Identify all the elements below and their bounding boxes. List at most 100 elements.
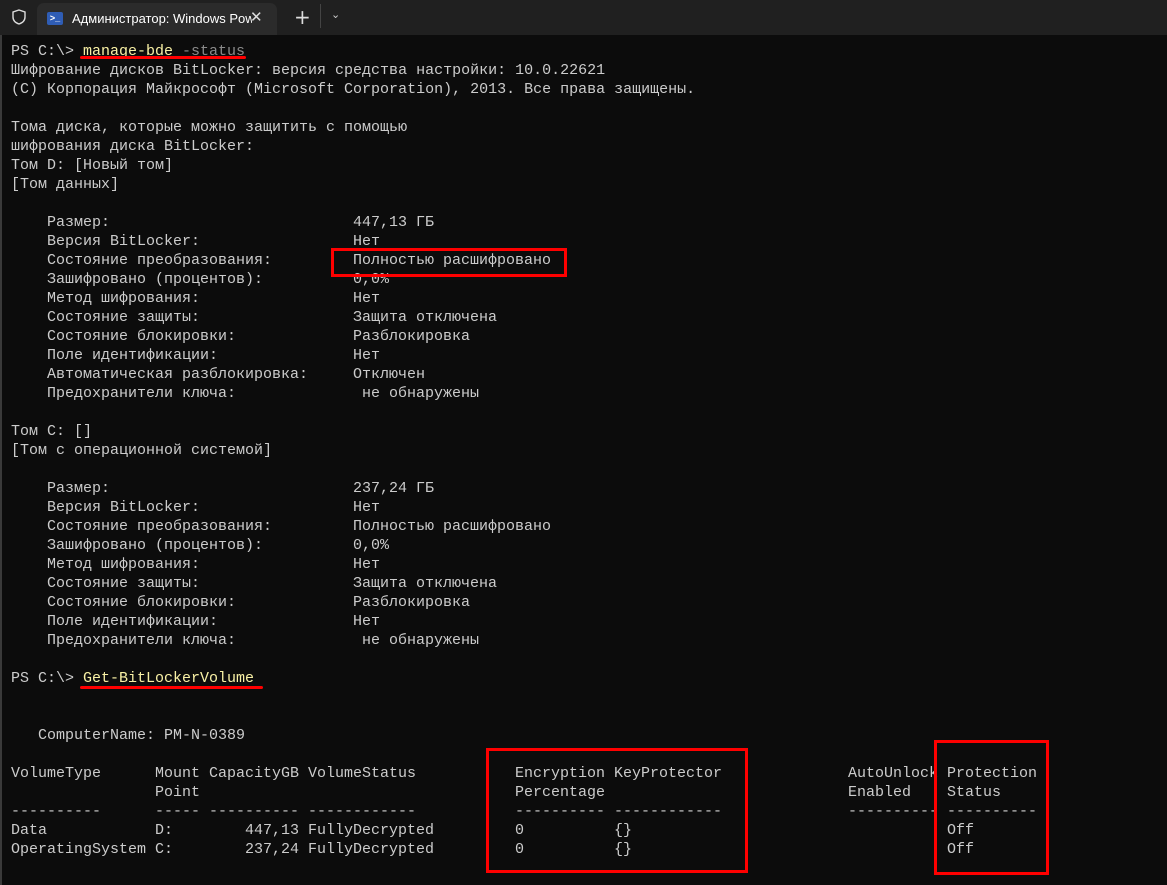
field-row: Состояние преобразования: Полностью расши… (11, 517, 1161, 536)
annotation-box-encryption-keyprotector (486, 748, 748, 873)
field-row: Зашифровано (процентов): 0,0% (11, 536, 1161, 555)
field-label: Состояние защиты: (47, 309, 201, 326)
field-value: Защита отключена (353, 309, 498, 326)
annotation-underline-manage-bde (80, 56, 246, 59)
field-row: Предохранители ключа: не обнаружены (11, 631, 1161, 650)
prompt: PS C:\> (11, 670, 84, 687)
new-tab-button[interactable]: + (294, 5, 311, 29)
table-cell: 447,13 (244, 822, 299, 839)
field-label: Предохранители ключа: (47, 385, 237, 402)
field-value: не обнаружены (362, 632, 480, 649)
output-text: Тома диска, которые можно защитить с пом… (11, 119, 408, 136)
column-h1: CapacityGB (209, 765, 300, 782)
output-text: Шифрование дисков BitLocker: версия сред… (11, 62, 606, 79)
shield-icon (12, 9, 26, 25)
field-label: Метод шифрования: (47, 556, 201, 573)
output-text: Том D: [Новый том] (11, 157, 174, 174)
column-h2: Point (155, 784, 201, 801)
tab-bar: >_ Администратор: Windows PowerShell ✕ +… (0, 0, 1167, 35)
window-border (0, 35, 2, 885)
field-value: Защита отключена (353, 575, 498, 592)
field-row: Версия BitLocker: Нет (11, 498, 1161, 517)
tab-powershell[interactable]: >_ Администратор: Windows PowerShell ✕ (37, 3, 277, 35)
column-h1: AutoUnlock (848, 765, 939, 782)
field-label: Состояние блокировки: (47, 328, 237, 345)
field-row: Состояние защиты: Защита отключена (11, 574, 1161, 593)
field-label: Зашифровано (процентов): (47, 271, 264, 288)
field-label: Состояние блокировки: (47, 594, 237, 611)
field-value: Разблокировка (353, 328, 471, 345)
field-value: Нет (353, 556, 381, 573)
output-line: (C) Корпорация Майкрософт (Microsoft Cor… (11, 80, 1161, 99)
field-label: Предохранители ключа: (47, 632, 237, 649)
field-row: Размер: 237,24 ГБ (11, 479, 1161, 498)
annotation-box-protection-status (934, 740, 1049, 875)
field-row: Поле идентификации: Нет (11, 612, 1161, 631)
field-value: Нет (353, 499, 381, 516)
table-cell: FullyDecrypted (308, 841, 435, 858)
chevron-down-icon[interactable]: ⌄ (331, 8, 340, 21)
annotation-underline-get-bitlockervolume (80, 686, 263, 689)
prompt: PS C:\> (11, 43, 84, 60)
field-label: Размер: (47, 214, 111, 231)
field-row: Автоматическая разблокировка: Отключен (11, 365, 1161, 384)
powershell-icon: >_ (47, 12, 63, 25)
field-label: Состояние преобразования: (47, 252, 273, 269)
output-line: [Том данных] (11, 175, 1161, 194)
output-text: Том C: [] (11, 423, 93, 440)
divider (320, 4, 321, 28)
column-dash: ------------ (308, 803, 417, 820)
column-dash: ---------- (11, 803, 102, 820)
field-value: 237,24 ГБ (353, 480, 435, 497)
table-cell: Data (11, 822, 48, 839)
field-value: Нет (353, 613, 381, 630)
column-h1: Mount (155, 765, 201, 782)
field-label: Размер: (47, 480, 111, 497)
field-row: Метод шифрования: Нет (11, 289, 1161, 308)
table-cell: D: (155, 822, 174, 839)
table-cell: FullyDecrypted (308, 822, 435, 839)
output-line: Шифрование дисков BitLocker: версия сред… (11, 61, 1161, 80)
field-label: Метод шифрования: (47, 290, 201, 307)
column-dash: ----- (155, 803, 201, 820)
command-text: Get-BitLockerVolume (83, 670, 255, 687)
field-value: Разблокировка (353, 594, 471, 611)
field-row: Зашифровано (процентов): 0,0% (11, 270, 1161, 289)
output-text: [Том с операционной системой] (11, 442, 273, 459)
field-row: Состояние блокировки: Разблокировка (11, 327, 1161, 346)
field-label: Поле идентификации: (47, 347, 219, 364)
field-label: Автоматическая разблокировка: (47, 366, 309, 383)
field-label: Состояние защиты: (47, 575, 201, 592)
table-cell: 237,24 (244, 841, 299, 858)
tab-title: Администратор: Windows PowerShell (72, 11, 252, 26)
field-label: Версия BitLocker: (47, 499, 201, 516)
table-cell: C: (155, 841, 174, 858)
field-row: Состояние блокировки: Разблокировка (11, 593, 1161, 612)
column-dash: ---------- (209, 803, 300, 820)
field-label: Зашифровано (процентов): (47, 537, 264, 554)
table-cell: OperatingSystem (11, 841, 147, 858)
column-h2: Enabled (848, 784, 912, 801)
column-dash: ---------- (848, 803, 939, 820)
field-value: 0,0% (353, 537, 390, 554)
field-value: Нет (353, 347, 381, 364)
terminal-output[interactable]: PS C:\> manage-bde -status Шифрование дис… (11, 42, 1161, 859)
field-label: Поле идентификации: (47, 613, 219, 630)
field-value: Отключен (353, 366, 426, 383)
field-row: Размер: 447,13 ГБ (11, 213, 1161, 232)
output-line: Тома диска, которые можно защитить с пом… (11, 118, 1161, 137)
close-tab-button[interactable]: ✕ (250, 8, 263, 26)
output-text: шифрования диска BitLocker: (11, 138, 255, 155)
output-line: [Том с операционной системой] (11, 441, 1161, 460)
field-value: не обнаружены (362, 385, 480, 402)
field-row: Состояние защиты: Защита отключена (11, 308, 1161, 327)
field-row: Метод шифрования: Нет (11, 555, 1161, 574)
field-row: Предохранители ключа: не обнаружены (11, 384, 1161, 403)
field-label: Состояние преобразования: (47, 518, 273, 535)
